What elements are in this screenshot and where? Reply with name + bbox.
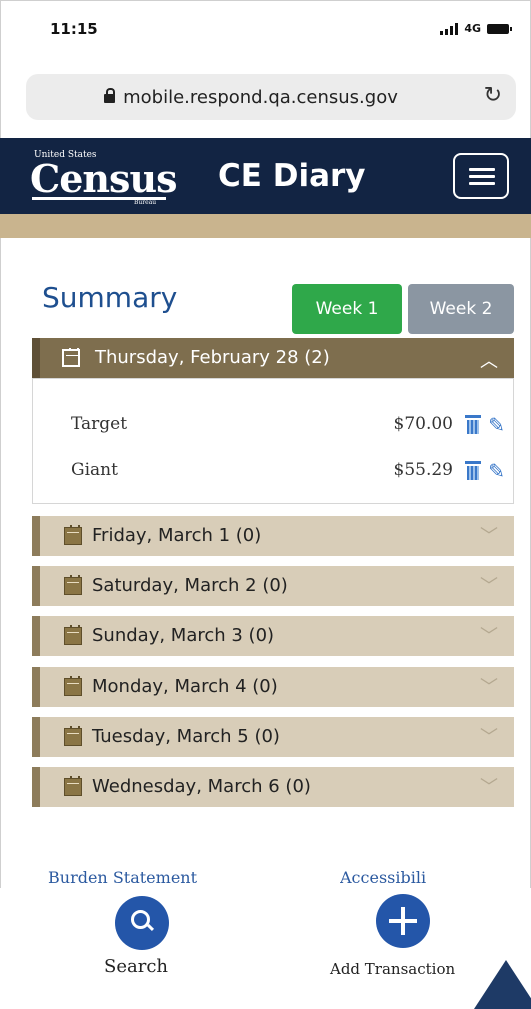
day-row-friday[interactable]: Friday, March 1 (0) ﹀ (32, 516, 514, 556)
accessibility-link[interactable]: Accessibili (340, 868, 452, 887)
plus-icon (401, 907, 405, 935)
url-text: mobile.respond.qa.census.gov (123, 87, 398, 108)
scroll-to-top-button[interactable] (474, 960, 531, 1009)
network-type: 4G (464, 22, 481, 35)
status-bar: 11:15 4G (0, 0, 531, 66)
day-label: Monday, March 4 (0) (92, 676, 278, 697)
day-row-wednesday[interactable]: Wednesday, March 6 (0) ﹀ (32, 767, 514, 807)
day-label: Friday, March 1 (0) (92, 525, 262, 546)
chevron-down-icon: ﹀ (480, 727, 498, 748)
trash-icon[interactable] (465, 461, 481, 481)
menu-icon-line (469, 175, 495, 178)
menu-icon-line (469, 168, 495, 171)
calendar-icon (64, 575, 82, 595)
add-transaction-button[interactable] (376, 894, 430, 948)
day-label: Thursday, February 28 (2) (95, 347, 330, 368)
calendar-icon (64, 776, 82, 796)
status-indicators: 4G (440, 22, 512, 35)
calendar-icon (64, 726, 82, 746)
hamburger-menu-button[interactable] (453, 153, 509, 199)
app-title: CE Diary (218, 158, 366, 194)
pencil-icon[interactable]: ✎ (488, 413, 505, 437)
chevron-down-icon: ﹀ (480, 777, 498, 798)
transaction-row: Target $70.00 ✎ (33, 409, 513, 439)
day-row-monday[interactable]: Monday, March 4 (0) ﹀ (32, 667, 514, 707)
day-row-saturday[interactable]: Saturday, March 2 (0) ﹀ (32, 566, 514, 606)
transaction-row: Giant $55.29 ✎ (33, 455, 513, 485)
day-row-sunday[interactable]: Sunday, March 3 (0) ﹀ (32, 616, 514, 656)
reload-icon[interactable]: ↻ (484, 83, 502, 108)
calendar-icon (64, 676, 82, 696)
menu-icon-line (469, 182, 495, 185)
chevron-down-icon: ﹀ (480, 626, 498, 647)
calendar-icon (64, 525, 82, 545)
header-accent-strip (0, 214, 531, 238)
day-label: Wednesday, March 6 (0) (92, 776, 311, 797)
transaction-name: Target (71, 414, 128, 434)
page-title: Summary (42, 281, 178, 314)
week-1-tab[interactable]: Week 1 (292, 284, 402, 334)
url-display[interactable]: mobile.respond.qa.census.gov (26, 87, 476, 108)
signal-icon (440, 22, 459, 35)
day-row-thursday[interactable]: Thursday, February 28 (2) ︿ (32, 338, 514, 378)
logo-main-text: Census (30, 156, 177, 201)
add-transaction-label[interactable]: Add Transaction (330, 960, 455, 978)
chevron-up-icon: ︿ (480, 351, 498, 372)
status-time: 11:15 (50, 20, 98, 38)
transaction-amount: $55.29 (393, 460, 453, 480)
search-icon (131, 910, 150, 929)
burden-statement-link[interactable]: Burden Statement (48, 868, 197, 887)
census-logo[interactable]: United States Census Bureau (30, 146, 177, 206)
address-bar[interactable]: mobile.respond.qa.census.gov ↻ (26, 74, 516, 120)
transaction-name: Giant (71, 460, 118, 480)
calendar-icon (64, 625, 82, 645)
lock-icon (104, 88, 116, 103)
day-row-tuesday[interactable]: Tuesday, March 5 (0) ﹀ (32, 717, 514, 757)
pencil-icon[interactable]: ✎ (488, 459, 505, 483)
transaction-amount: $70.00 (393, 414, 453, 434)
chevron-down-icon: ﹀ (480, 677, 498, 698)
bottom-nav: Search Add Transaction (0, 888, 531, 1009)
day-label: Saturday, March 2 (0) (92, 575, 288, 596)
day-transactions-panel: Target $70.00 ✎ Giant $55.29 ✎ (32, 378, 514, 504)
chevron-down-icon: ﹀ (480, 576, 498, 597)
day-label: Tuesday, March 5 (0) (92, 726, 280, 747)
search-label[interactable]: Search (104, 956, 168, 977)
app-header: United States Census Bureau CE Diary (0, 138, 531, 214)
chevron-down-icon: ﹀ (480, 526, 498, 547)
search-button[interactable] (115, 896, 169, 950)
logo-bottom-text: Bureau (134, 199, 157, 206)
battery-icon (487, 23, 512, 34)
day-label: Sunday, March 3 (0) (92, 625, 275, 646)
trash-icon[interactable] (465, 415, 481, 435)
calendar-icon (62, 348, 80, 367)
week-2-tab[interactable]: Week 2 (408, 284, 514, 334)
